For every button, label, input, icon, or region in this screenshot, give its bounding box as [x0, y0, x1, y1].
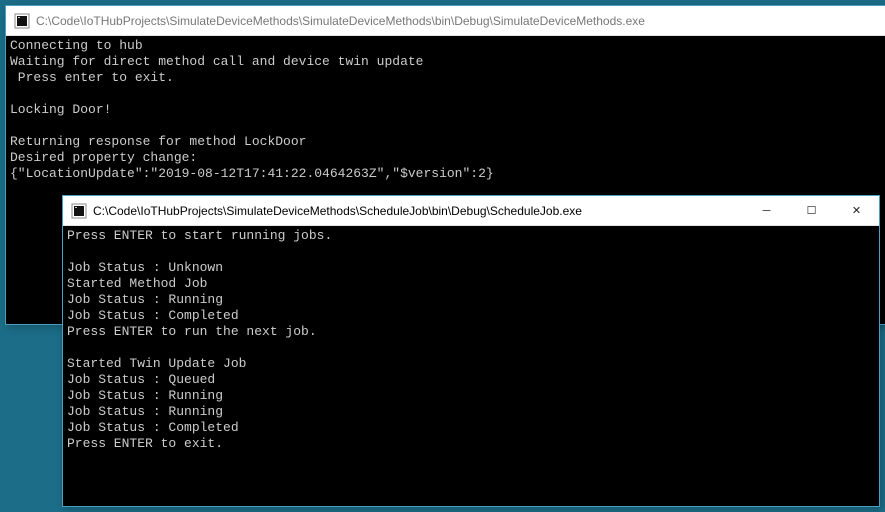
window-title: C:\Code\IoTHubProjects\SimulateDeviceMet…	[36, 14, 885, 28]
titlebar[interactable]: C:\Code\IoTHubProjects\SimulateDeviceMet…	[6, 6, 885, 36]
console-window-schedulejob: C:\Code\IoTHubProjects\SimulateDeviceMet…	[62, 195, 880, 507]
title-controls: ─ ☐ ✕	[744, 196, 879, 225]
console-app-icon	[71, 203, 87, 219]
console-output[interactable]: Press ENTER to start running jobs. Job S…	[63, 226, 879, 506]
console-app-icon	[14, 13, 30, 29]
maximize-button[interactable]: ☐	[789, 196, 834, 225]
minimize-button[interactable]: ─	[744, 196, 789, 225]
window-title: C:\Code\IoTHubProjects\SimulateDeviceMet…	[93, 204, 744, 218]
titlebar[interactable]: C:\Code\IoTHubProjects\SimulateDeviceMet…	[63, 196, 879, 226]
close-button[interactable]: ✕	[834, 196, 879, 225]
